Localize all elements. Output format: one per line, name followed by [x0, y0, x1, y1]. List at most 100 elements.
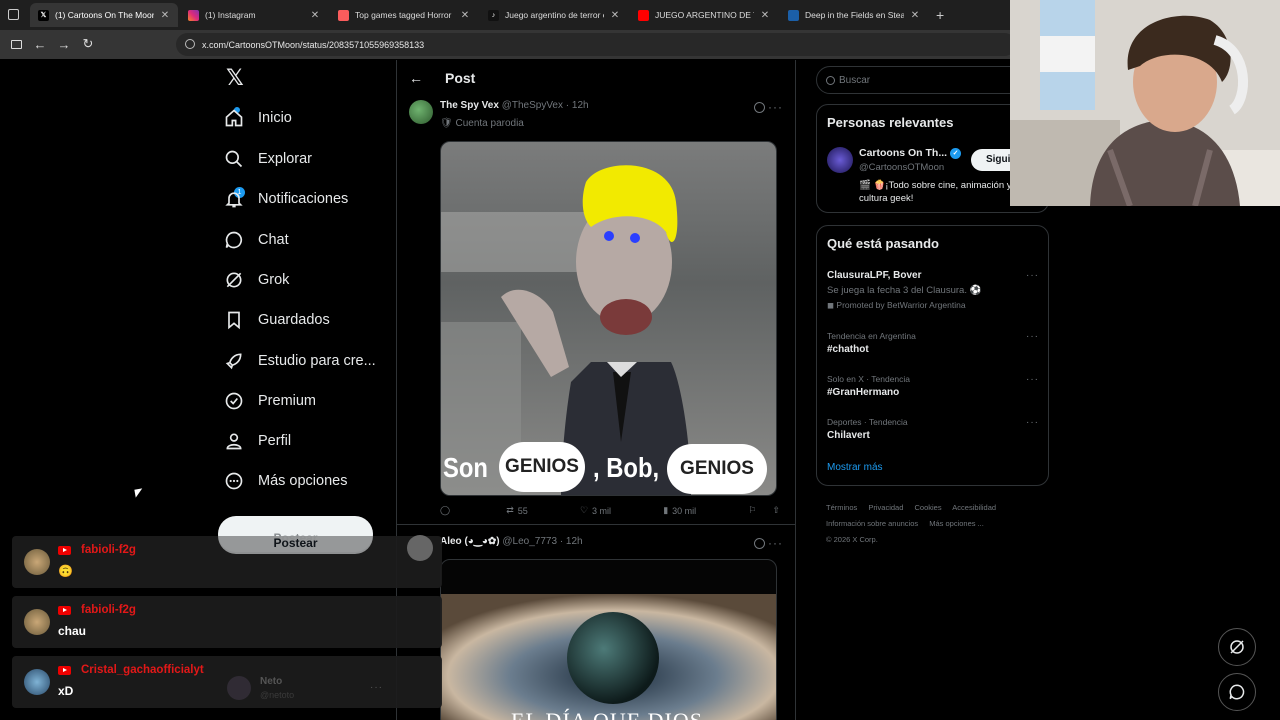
browser-tab-itch[interactable]: Top games tagged Horror - itch.io ✕: [330, 3, 478, 27]
nav-item-creator-studio[interactable]: Estudio para cre...: [224, 351, 376, 371]
mouse-cursor: [134, 488, 144, 498]
trend-description: Se juega la fecha 3 del Clausura. ⚽: [827, 285, 982, 296]
tab-title: JUEGO ARGENTINO DE TERROR: [655, 10, 754, 20]
close-tab-icon[interactable]: ✕: [160, 10, 170, 21]
chat-message: fabioli-f2g chau: [12, 596, 442, 648]
post-item[interactable]: Aleo (◕‿◕✿) @Leo_7773 · 12h ···: [397, 532, 795, 720]
site-info-icon[interactable]: [185, 39, 195, 49]
nav-item-explore[interactable]: Explorar: [224, 149, 312, 169]
more-circle-icon: [225, 472, 243, 490]
tab-title: Juego argentino de terror en un...: [505, 10, 604, 20]
grok-icon[interactable]: [754, 102, 765, 113]
post-image[interactable]: EL DÍA QUE DIOS: [440, 559, 777, 720]
reload-icon[interactable]: ↻: [80, 36, 96, 52]
show-more-link[interactable]: Mostrar más: [827, 462, 883, 473]
footer-link[interactable]: Más opciones ...: [929, 519, 984, 528]
avatar[interactable]: [409, 100, 433, 124]
trend-item[interactable]: Tendencia en Argentina #chathot ···: [827, 331, 1039, 355]
trend-item[interactable]: Solo en X · Tendencia #GranHermano ···: [827, 374, 1039, 398]
share-icon[interactable]: ⇧: [772, 505, 780, 516]
browser-tab-youtube[interactable]: JUEGO ARGENTINO DE TERROR ✕: [630, 3, 778, 27]
author-name[interactable]: The Spy Vex: [440, 100, 499, 111]
forward-icon[interactable]: →: [56, 36, 72, 52]
promoted-text: Promoted by BetWarrior Argentina: [836, 300, 966, 310]
more-icon[interactable]: ···: [768, 536, 783, 550]
like-button[interactable]: ♡ 3 mil: [580, 505, 611, 516]
reply-button[interactable]: ◯: [440, 505, 454, 516]
author-handle[interactable]: @TheSpyVex · 12h: [502, 100, 589, 111]
post-item[interactable]: The Spy Vex @TheSpyVex · 12h 🛡 Cuenta pa…: [397, 96, 795, 526]
view-count: 30 mil: [672, 505, 697, 516]
back-arrow-icon[interactable]: ←: [409, 70, 423, 86]
nav-item-grok[interactable]: Grok: [224, 270, 289, 290]
footer-link[interactable]: Información sobre anuncios: [826, 519, 918, 528]
footer-link[interactable]: Privacidad: [868, 503, 903, 512]
address-bar[interactable]: x.com/CartoonsOTMoon/status/208357105596…: [176, 33, 1016, 56]
nav-item-home[interactable]: Inicio: [224, 108, 292, 128]
url-text: x.com/CartoonsOTMoon/status/208357105596…: [202, 39, 425, 50]
chat-avatar: [24, 609, 50, 635]
close-tab-icon[interactable]: ✕: [760, 10, 770, 21]
grok-fab-button[interactable]: [1218, 628, 1256, 666]
messages-fab-button[interactable]: [1218, 673, 1256, 711]
caption-genios-1: GENIOS: [499, 442, 585, 492]
footer-link[interactable]: Términos: [826, 503, 857, 512]
nav-item-chat[interactable]: Chat: [224, 230, 289, 250]
trend-item[interactable]: ClausuraLPF, Bover Se juega la fecha 3 d…: [827, 270, 1039, 311]
new-tab-icon[interactable]: +: [936, 7, 944, 23]
account-name[interactable]: Cartoons On Th... ✓: [859, 147, 962, 159]
grok-icon[interactable]: [754, 538, 765, 549]
footer-link[interactable]: Accesibilidad: [952, 503, 996, 512]
avatar[interactable]: [827, 147, 853, 173]
search-placeholder: Buscar: [839, 74, 871, 86]
webcam-overlay: [1010, 0, 1280, 206]
more-icon[interactable]: ···: [768, 100, 783, 114]
chat-text: chau: [58, 624, 87, 638]
author-handle[interactable]: @Leo_7773 · 12h: [502, 536, 582, 547]
chat-avatar: [24, 669, 50, 695]
author-name[interactable]: Aleo (◕‿◕✿): [440, 536, 500, 547]
nav-item-premium[interactable]: Premium: [224, 391, 316, 411]
post-image[interactable]: Son GENIOS , Bob, GENIOS: [440, 141, 777, 496]
trend-meta: Tendencia en Argentina: [827, 331, 916, 341]
browser-tab-steam[interactable]: Deep in the Fields en Steam ✕: [780, 3, 928, 27]
more-icon[interactable]: ···: [1026, 374, 1039, 385]
nav-item-bookmarks[interactable]: Guardados: [224, 310, 330, 330]
streamer-video: [1010, 0, 1280, 206]
close-tab-icon[interactable]: ✕: [460, 10, 470, 21]
nav-item-profile[interactable]: Perfil: [224, 431, 291, 451]
tab-actions-icon[interactable]: [8, 9, 19, 20]
sidebar-toggle-icon[interactable]: [8, 36, 24, 52]
nav-item-notifications[interactable]: Notificaciones: [224, 189, 348, 209]
promoted-label: ◼ Promoted by BetWarrior Argentina: [827, 300, 1039, 311]
x-logo-icon[interactable]: 𝕏: [226, 66, 244, 91]
close-tab-icon[interactable]: ✕: [310, 10, 320, 21]
more-icon[interactable]: ···: [1026, 417, 1039, 428]
close-tab-icon[interactable]: ✕: [610, 10, 620, 21]
youtube-icon: [58, 606, 71, 615]
views-button[interactable]: ▮ 30 mil: [663, 505, 696, 516]
trend-item[interactable]: Deportes · Tendencia Chilavert ···: [827, 417, 1039, 441]
repost-count: 55: [517, 505, 528, 516]
person-icon: [226, 433, 242, 450]
nav-item-more[interactable]: Más opciones: [224, 471, 347, 491]
post-author[interactable]: Aleo (◕‿◕✿) @Leo_7773 · 12h: [440, 536, 583, 547]
browser-tab-instagram[interactable]: (1) Instagram ✕: [180, 3, 328, 27]
close-tab-icon[interactable]: ✕: [910, 10, 920, 21]
bookmark-icon[interactable]: ⚐: [748, 505, 756, 516]
more-icon[interactable]: ···: [1026, 331, 1039, 342]
reply-icon: ◯: [440, 505, 451, 515]
chat-message: Cristal_gachaofficialyt xD Neto @netoto …: [12, 656, 442, 708]
search-icon: [826, 76, 835, 85]
browser-tab-x[interactable]: 𝕏 (1) Cartoons On The Moon en X ✕: [30, 3, 178, 27]
back-icon[interactable]: ←: [32, 36, 48, 52]
more-icon[interactable]: ···: [1026, 270, 1039, 281]
actions-right: ⚐ ⇧: [748, 505, 780, 516]
repost-button[interactable]: ⇄ 55: [506, 505, 528, 516]
nav-label: Grok: [258, 272, 290, 288]
nav-label: Explorar: [258, 151, 312, 167]
account-handle[interactable]: @CartoonsOTMoon: [859, 162, 944, 173]
footer-link[interactable]: Cookies: [914, 503, 941, 512]
browser-tab-tiktok[interactable]: ♪ Juego argentino de terror en un... ✕: [480, 3, 628, 27]
post-author[interactable]: The Spy Vex @TheSpyVex · 12h: [440, 100, 589, 111]
